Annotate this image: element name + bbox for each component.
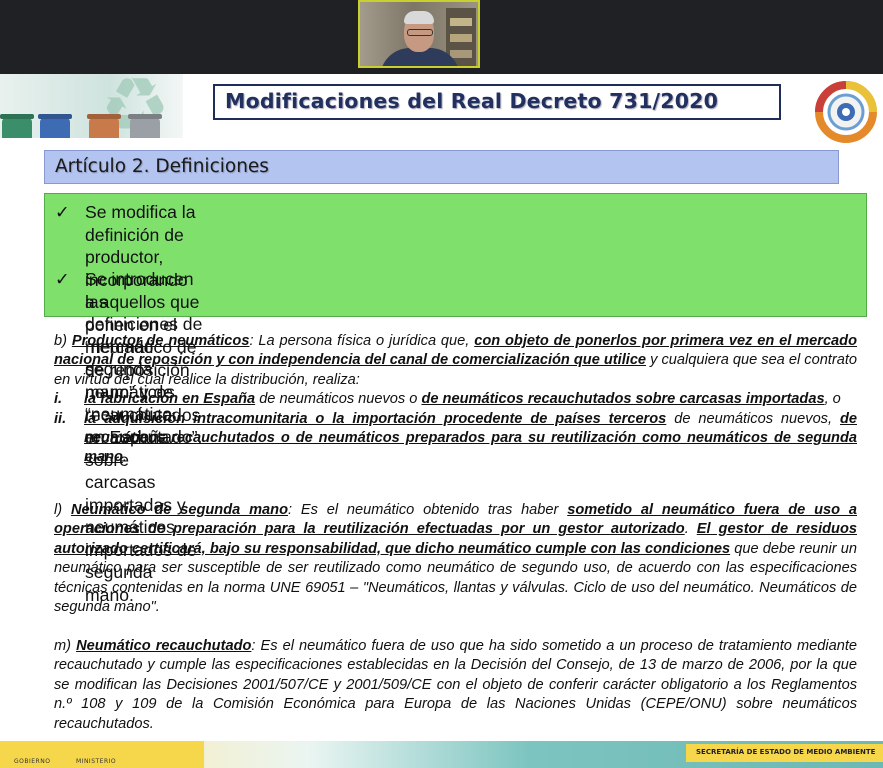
definition-list-item: ii. la adquisición intracomunitaria o la… xyxy=(54,410,857,468)
summary-box: ✓ Se modifica la definición de productor… xyxy=(44,193,867,605)
waste-bin-icon xyxy=(2,118,32,138)
definition-segunda-mano: l) Neumático de segunda mano: Es el neum… xyxy=(54,501,857,617)
waste-bin-icon xyxy=(130,118,160,138)
definition-paragraph: b) Productor de neumáticos: La persona f… xyxy=(54,332,857,390)
check-icon: ✓ xyxy=(55,202,70,222)
definition-prefix: b) xyxy=(54,333,72,349)
definition-text: de neumáticos nuevos o xyxy=(255,391,422,408)
circular-economy-logo-icon xyxy=(815,81,877,143)
list-number: ii. xyxy=(54,410,67,427)
recycling-header-decoration: ♻ xyxy=(0,74,183,138)
definition-text: . xyxy=(122,449,127,466)
definition-prefix: l) xyxy=(54,502,71,518)
definition-text: . xyxy=(684,521,697,538)
definition-term: Neumático recauchutado xyxy=(76,638,252,654)
definition-paragraph: m) Neumático recauchutado: Es el neumáti… xyxy=(54,637,857,734)
footer-ministry-label: MINISTERIO xyxy=(76,758,117,765)
definition-text: : Es el neumático obtenido tras haber xyxy=(288,502,568,518)
list-item-text: la fabricación en España de neumáticos n… xyxy=(84,390,857,409)
slide-title-box: Modificaciones del Real Decreto 731/2020 xyxy=(213,84,781,120)
slide-title: Modificaciones del Real Decreto 731/2020 xyxy=(225,89,719,113)
slide-footer: GOBIERNO MINISTERIO SECRETARÍA DE ESTADO… xyxy=(0,741,883,768)
waste-bin-icon xyxy=(89,118,119,138)
check-icon: ✓ xyxy=(55,269,70,289)
participant-hair xyxy=(404,11,434,24)
definition-underlined: la adquisición intracomunitaria o la imp… xyxy=(84,410,667,427)
list-number: i. xyxy=(54,391,63,408)
meeting-top-bar xyxy=(0,0,883,74)
government-logo-band: GOBIERNO MINISTERIO xyxy=(0,741,204,768)
secretaria-label-box: SECRETARÍA DE ESTADO DE MEDIO AMBIENTE xyxy=(686,744,883,762)
definition-text: de neumáticos nuevos, xyxy=(666,410,840,427)
footer-gov-label: GOBIERNO xyxy=(14,758,51,765)
participant-video-thumbnail[interactable] xyxy=(358,0,480,68)
list-item-text: la adquisición intracomunitaria o la imp… xyxy=(84,410,857,468)
definition-productor: b) Productor de neumáticos: La persona f… xyxy=(54,332,857,468)
definition-term: Productor de neumáticos xyxy=(71,333,250,349)
definition-text: , o xyxy=(824,391,841,408)
definition-recauchutado: m) Neumático recauchutado: Es el neumáti… xyxy=(54,637,857,734)
definition-underlined: de neumáticos recauchutados sobre carcas… xyxy=(421,391,825,408)
definition-term: Neumático de segunda mano xyxy=(70,502,288,518)
article-heading-box: Artículo 2. Definiciones xyxy=(44,150,839,184)
secretaria-label: SECRETARÍA DE ESTADO DE MEDIO AMBIENTE xyxy=(696,748,876,756)
definition-list-item: i. la fabricación en España de neumático… xyxy=(54,390,857,409)
article-heading: Artículo 2. Definiciones xyxy=(55,156,269,177)
definition-prefix: m) xyxy=(54,638,77,654)
definition-paragraph: l) Neumático de segunda mano: Es el neum… xyxy=(54,501,857,617)
presentation-slide: ♻ Modificaciones del Real Decreto 731/20… xyxy=(0,74,883,768)
definition-text: : La persona física o jurídica que, xyxy=(249,333,475,349)
waste-bin-icon xyxy=(40,118,70,138)
participant-glasses xyxy=(407,29,433,36)
definition-underlined: la fabricación en España xyxy=(84,391,256,408)
